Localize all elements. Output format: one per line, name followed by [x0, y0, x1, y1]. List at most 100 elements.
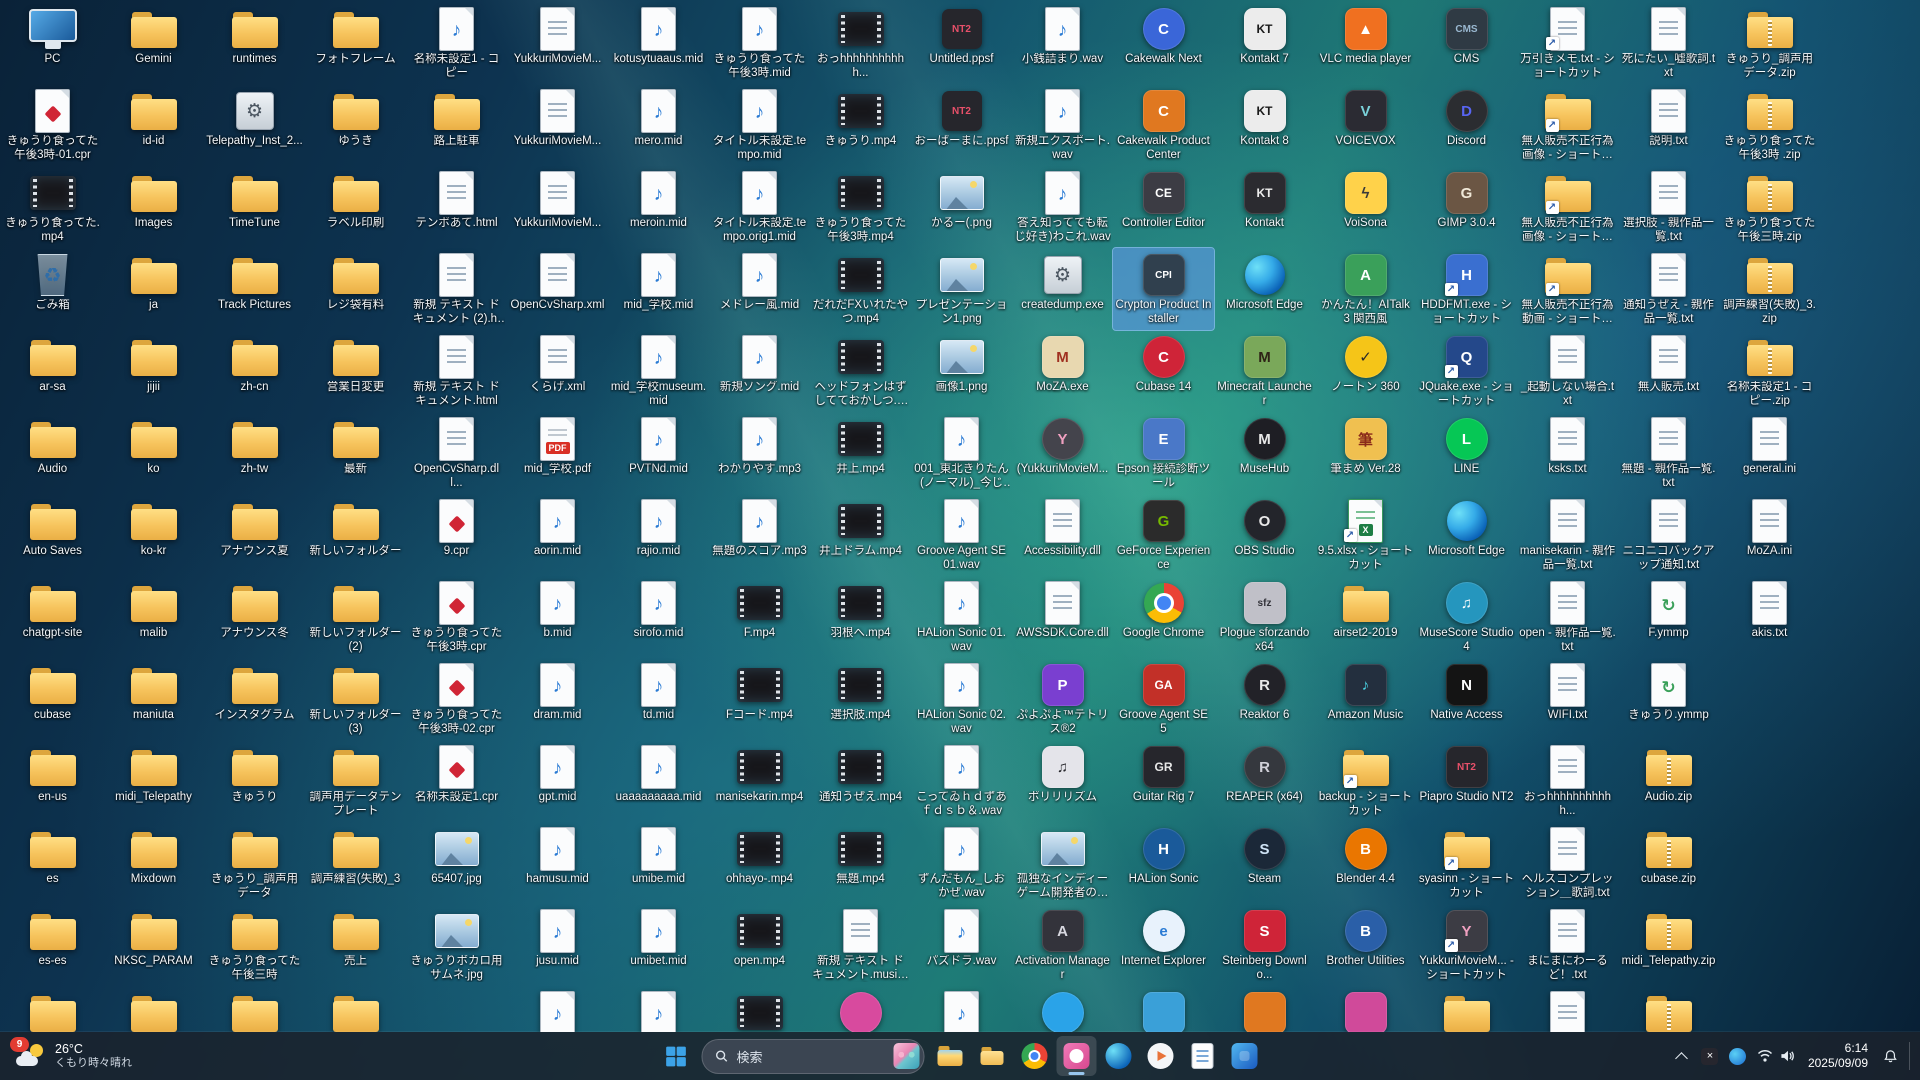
desktop-icon[interactable]: BBrother Utilities: [1315, 904, 1416, 986]
desktop-icon[interactable]: フォトフレーム: [305, 2, 406, 84]
desktop-icon[interactable]: 無人販売.txt: [1618, 330, 1719, 412]
show-desktop-strip[interactable]: [1909, 1042, 1915, 1071]
desktop-icon[interactable]: kotusytuaaus.mid: [608, 2, 709, 84]
desktop-icon[interactable]: ラベル印刷: [305, 166, 406, 248]
desktop-icon[interactable]: ϟVoiSona: [1315, 166, 1416, 248]
desktop-icon[interactable]: KTKontakt 8: [1214, 84, 1315, 166]
desktop-icon[interactable]: 新しいフォルダー: [305, 494, 406, 576]
desktop-icon[interactable]: TimeTune: [204, 166, 305, 248]
taskbar-app-file-explorer[interactable]: [931, 1036, 971, 1076]
desktop-icon[interactable]: en-us: [2, 740, 103, 822]
desktop-icon[interactable]: Microsoft Edge: [1416, 494, 1517, 576]
desktop-icon[interactable]: きゅうり_調声用データ: [204, 822, 305, 904]
desktop-icon[interactable]: 説明.txt: [1618, 84, 1719, 166]
desktop-icon[interactable]: わかりやす.mp3: [709, 412, 810, 494]
desktop-icon[interactable]: ↗無人販売不正行為画像 - ショートカッ...: [1517, 84, 1618, 166]
desktop-icon[interactable]: manisekarin.mp4: [709, 740, 810, 822]
desktop-icon[interactable]: YukkuriMovieM...: [507, 2, 608, 84]
desktop-icon[interactable]: こってゐｈｄずあｆｄｓｂ＆.wav: [911, 740, 1012, 822]
desktop-icon[interactable]: ごみ箱: [2, 248, 103, 330]
desktop-icon[interactable]: midi_Telepathy: [103, 740, 204, 822]
desktop-icon[interactable]: malib: [103, 576, 204, 658]
taskbar-app-notepad[interactable]: [1183, 1036, 1223, 1076]
desktop-icon[interactable]: chatgpt-site: [2, 576, 103, 658]
desktop-icon[interactable]: general.ini: [1719, 412, 1820, 494]
start-button[interactable]: [656, 1036, 696, 1076]
desktop-icon[interactable]: AWSSDK.Core.dll: [1012, 576, 1113, 658]
desktop-icon[interactable]: 井上ドラム.mp4: [810, 494, 911, 576]
desktop-icon[interactable]: NT2Untitled.ppsf: [911, 2, 1012, 84]
desktop-icon[interactable]: Pぷよぷよ™テトリス®2: [1012, 658, 1113, 740]
desktop-icon[interactable]: sfzPlogue sforzando x64: [1214, 576, 1315, 658]
desktop-icon[interactable]: 答え知ってても転じ好き)わこれ.wav: [1012, 166, 1113, 248]
desktop-icon[interactable]: ずんだもん_しおかぜ.wav: [911, 822, 1012, 904]
desktop-icon[interactable]: akis.txt: [1719, 576, 1820, 658]
desktop-icon[interactable]: ↗万引きメモ.txt - ショートカット: [1517, 2, 1618, 84]
desktop-icon[interactable]: 新しいフォルダー (2): [305, 576, 406, 658]
desktop-icon[interactable]: mid_学校.mid: [608, 248, 709, 330]
desktop-icon[interactable]: 新規 テキスト ドキュメント (2).html: [406, 248, 507, 330]
desktop-icon[interactable]: きゅうり食ってた午後3時.cpr: [406, 576, 507, 658]
desktop-icon[interactable]: maniuta: [103, 658, 204, 740]
desktop-icon[interactable]: manisekarin - 親作品一覧.txt: [1517, 494, 1618, 576]
desktop-icon[interactable]: CCakewalk Next: [1113, 2, 1214, 84]
desktop-icon[interactable]: 井上.mp4: [810, 412, 911, 494]
desktop-icon[interactable]: EEpson 接続診断ツール: [1113, 412, 1214, 494]
desktop-icon[interactable]: MMuseHub: [1214, 412, 1315, 494]
desktop-icon[interactable]: [709, 986, 810, 1032]
desktop-icon[interactable]: midi_Telepathy.zip: [1618, 904, 1719, 986]
desktop-icon[interactable]: ↗backup - ショートカット: [1315, 740, 1416, 822]
desktop-icon[interactable]: SSteam: [1214, 822, 1315, 904]
desktop-icon[interactable]: 名称未設定1 - コピー.zip: [1719, 330, 1820, 412]
desktop-icon[interactable]: [2, 986, 103, 1032]
desktop-icon[interactable]: [1517, 986, 1618, 1032]
desktop-icon[interactable]: Aかんたん！AITalk 3 関西風: [1315, 248, 1416, 330]
desktop-icon[interactable]: NKSC_PARAM: [103, 904, 204, 986]
desktop-icon[interactable]: ニコニコバックアップ通知.txt: [1618, 494, 1719, 576]
desktop-icon[interactable]: Q↗JQuake.exe - ショートカット: [1416, 330, 1517, 412]
desktop-icon[interactable]: NNative Access: [1416, 658, 1517, 740]
taskbar-app-ymm[interactable]: [1057, 1036, 1097, 1076]
desktop-icon[interactable]: くらげ.xml: [507, 330, 608, 412]
desktop-icon[interactable]: X↗9.5.xlsx - ショートカット: [1315, 494, 1416, 576]
desktop-icon[interactable]: VVOICEVOX: [1315, 84, 1416, 166]
desktop-icon[interactable]: まにまにわーるど！.txt: [1517, 904, 1618, 986]
weather-widget[interactable]: 9 26°C くもり時々晴れ: [6, 1036, 142, 1076]
desktop-icon[interactable]: HALion Sonic 01.wav: [911, 576, 1012, 658]
desktop-icon[interactable]: きゅうり食ってた午後三時.zip: [1719, 166, 1820, 248]
desktop-icon[interactable]: ヘッドフォンはずしてておかしつ.mp4: [810, 330, 911, 412]
desktop-icon[interactable]: おっhhhhhhhhhhh...: [810, 2, 911, 84]
desktop-icon[interactable]: OpenCvSharp.dll...: [406, 412, 507, 494]
desktop-icon[interactable]: 無題のスコア.mp3: [709, 494, 810, 576]
desktop-icon[interactable]: ↗無人販売不正行為動画 - ショートカット: [1517, 248, 1618, 330]
desktop-icon[interactable]: ⚙createdump.exe: [1012, 248, 1113, 330]
desktop-icon[interactable]: Fコード.mp4: [709, 658, 810, 740]
desktop-icon[interactable]: ar-sa: [2, 330, 103, 412]
desktop-icon[interactable]: F.ymmp: [1618, 576, 1719, 658]
desktop-icon[interactable]: runtimes: [204, 2, 305, 84]
desktop-icon[interactable]: 孤独なインディーゲーム開発者の一生...: [1012, 822, 1113, 904]
desktop-icon[interactable]: 9.cpr: [406, 494, 507, 576]
desktop-icon[interactable]: Groove Agent SE 01.wav: [911, 494, 1012, 576]
desktop-icon[interactable]: GGIMP 3.0.4: [1416, 166, 1517, 248]
desktop-icon[interactable]: 死にたい_嘘歌詞.txt: [1618, 2, 1719, 84]
desktop-icon[interactable]: OpenCvSharp.xml: [507, 248, 608, 330]
desktop-icon[interactable]: es-es: [2, 904, 103, 986]
desktop-icon[interactable]: zh-tw: [204, 412, 305, 494]
desktop-icon[interactable]: ohhayo-.mp4: [709, 822, 810, 904]
desktop-icon[interactable]: 路上駐車: [406, 84, 507, 166]
desktop-icon[interactable]: mid_学校museum.mid: [608, 330, 709, 412]
desktop-icon[interactable]: NT2おーばーまに.ppsf: [911, 84, 1012, 166]
desktop-icon[interactable]: Images: [103, 166, 204, 248]
desktop-icon[interactable]: Track Pictures: [204, 248, 305, 330]
desktop-icon[interactable]: NT2Piapro Studio NT2: [1416, 740, 1517, 822]
desktop-icon[interactable]: [810, 986, 911, 1032]
desktop-icon[interactable]: きゅうり.ymmp: [1618, 658, 1719, 740]
desktop-icon[interactable]: ♪Amazon Music: [1315, 658, 1416, 740]
network-volume-button[interactable]: [1753, 1038, 1799, 1074]
desktop-icon[interactable]: ja: [103, 248, 204, 330]
desktop-icon[interactable]: OOBS Studio: [1214, 494, 1315, 576]
tray-app-button-1[interactable]: [1697, 1038, 1723, 1074]
desktop-icon[interactable]: 売上: [305, 904, 406, 986]
desktop-icon[interactable]: 65407.jpg: [406, 822, 507, 904]
